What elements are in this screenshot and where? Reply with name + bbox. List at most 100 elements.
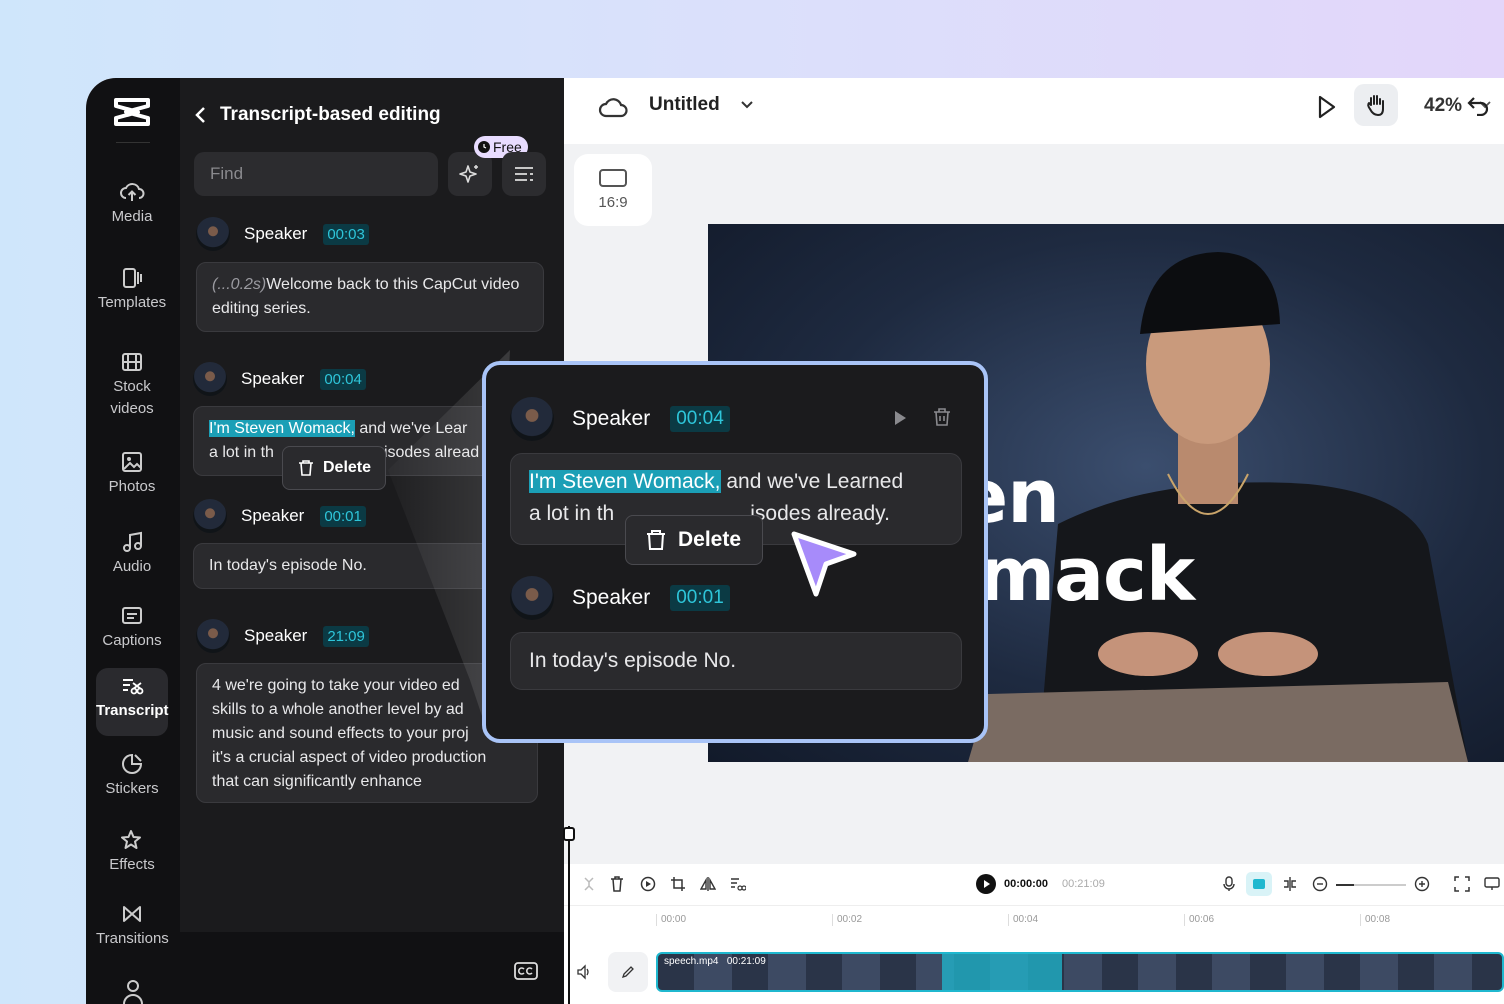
avatar — [196, 619, 230, 653]
timestamp-badge[interactable]: 00:01 — [670, 585, 730, 611]
transcript-icon[interactable] — [730, 876, 746, 892]
clip-duration: 00:21:09 — [726, 956, 766, 967]
play-icon — [984, 880, 990, 888]
nav-item-audio[interactable]: Audio — [96, 524, 168, 584]
nav-item-transcript[interactable]: Transcript — [96, 668, 169, 736]
closed-captions-icon[interactable] — [514, 962, 538, 980]
more-plugins-icon[interactable] — [120, 978, 146, 1004]
hand-tool-button[interactable] — [1354, 84, 1398, 126]
capcut-logo — [114, 98, 150, 126]
nav-item-captions[interactable]: Captions — [96, 598, 168, 658]
nav-label: Stock — [113, 378, 151, 395]
panel-title: Transcript-based editing — [220, 104, 441, 125]
speaker-row: Speaker 00:04 — [193, 362, 366, 396]
ruler-label: 00:04 — [1008, 914, 1038, 926]
nav-divider — [116, 142, 150, 143]
delete-button[interactable]: Delete — [282, 446, 386, 490]
timestamp-badge[interactable]: 00:03 — [323, 223, 369, 245]
nav-label: Stickers — [105, 780, 159, 797]
zoom-slider-fill — [1336, 884, 1354, 886]
nav-label: Captions — [102, 632, 162, 649]
speaker-row: Speaker 00:03 — [196, 217, 369, 251]
zoom-level[interactable]: 42% — [1424, 95, 1462, 117]
ruler-label: 00:02 — [832, 914, 862, 926]
nav-item-media[interactable]: Media — [96, 174, 168, 234]
speaker-name: Speaker — [572, 586, 651, 609]
filter-list-button[interactable] — [502, 152, 546, 196]
segment-text: 4 we're going to take your video ed — [212, 677, 460, 694]
transcript-segment[interactable]: (...0.2s)Welcome back to this CapCut vid… — [196, 262, 544, 332]
trash-icon[interactable] — [610, 876, 624, 892]
project-title[interactable]: Untitled — [649, 94, 720, 116]
nav-label: Media — [111, 208, 153, 225]
transcript-segment[interactable]: In today's episode No. — [510, 632, 962, 690]
timestamp-badge[interactable]: 21:09 — [323, 625, 369, 647]
nav-item-templates[interactable]: Templates — [96, 260, 168, 320]
zoom-out-icon[interactable] — [1312, 876, 1328, 892]
flip-icon[interactable] — [700, 876, 716, 892]
avatar — [196, 217, 230, 251]
trash-icon — [299, 460, 313, 476]
timestamp-badge[interactable]: 00:01 — [320, 505, 366, 527]
play-button[interactable] — [976, 874, 996, 894]
undo-icon[interactable] — [1466, 94, 1490, 116]
chevron-down-icon[interactable] — [740, 100, 754, 110]
nav-label: Templates — [97, 294, 167, 311]
snap-icon[interactable] — [1282, 876, 1298, 892]
pause-marker[interactable]: (...0.2s) — [212, 276, 266, 293]
split-icon[interactable] — [582, 876, 596, 892]
cloud-upload-icon — [120, 183, 145, 201]
zoom-in-icon[interactable] — [1414, 876, 1430, 892]
cloud-sync-icon[interactable] — [598, 94, 628, 120]
segment-text: it's a crucial aspect of video productio… — [212, 749, 487, 766]
select-pointer-icon[interactable] — [1316, 94, 1338, 120]
play-icon[interactable] — [892, 409, 908, 427]
clip-selection[interactable] — [942, 954, 1062, 990]
templates-icon — [123, 268, 142, 288]
ai-toggle-button[interactable] — [1246, 872, 1272, 896]
back-chevron-icon[interactable] — [194, 106, 208, 124]
zoom-slider[interactable] — [1336, 884, 1406, 886]
timestamp-badge[interactable]: 00:04 — [320, 368, 366, 390]
photo-icon — [122, 452, 142, 472]
timestamp-badge[interactable]: 00:04 — [670, 406, 730, 432]
transition-icon — [123, 906, 141, 922]
nav-item-effects[interactable]: Effects — [96, 822, 168, 882]
music-note-icon — [123, 531, 142, 552]
pencil-icon — [621, 966, 634, 979]
delete-button[interactable]: Delete — [625, 515, 763, 565]
ruler-label: 00:06 — [1184, 914, 1214, 926]
speaker-name: Speaker — [572, 407, 651, 430]
playhead[interactable] — [568, 826, 570, 1004]
panel-footer — [180, 932, 564, 1004]
edit-cover-button[interactable] — [608, 952, 648, 992]
aspect-ratio-label: 16:9 — [598, 194, 628, 211]
aspect-ratio-button[interactable]: 16:9 — [574, 154, 652, 226]
ai-sparkle-button[interactable] — [448, 152, 492, 196]
ai-icon — [1253, 879, 1265, 889]
nav-label: Transcript — [96, 702, 169, 719]
speaker-name: Speaker — [244, 224, 308, 243]
playhead-handle[interactable] — [563, 827, 575, 841]
crop-icon[interactable] — [670, 876, 686, 892]
microphone-icon[interactable] — [1222, 876, 1236, 892]
nav-item-transitions[interactable]: Transitions — [96, 896, 169, 956]
nav-item-stock-videos[interactable]: Stock videos — [96, 344, 168, 426]
find-input[interactable] — [194, 152, 438, 196]
nav-item-stickers[interactable]: Stickers — [96, 746, 168, 806]
monitor-icon[interactable] — [1484, 876, 1500, 892]
video-clip[interactable]: speech.mp4 00:21:09 — [656, 952, 1504, 992]
volume-icon[interactable] — [576, 964, 592, 980]
speed-icon[interactable] — [640, 876, 656, 892]
selected-text[interactable]: I'm Steven Womack, — [209, 420, 355, 437]
segment-text: In today's episode No. — [209, 557, 367, 574]
clip-label: speech.mp4 00:21:09 — [664, 956, 766, 967]
selected-text[interactable]: I'm Steven Womack, — [529, 470, 721, 493]
speaker-name: Speaker — [244, 626, 308, 645]
segment-text: isodes already. — [750, 502, 890, 525]
current-time: 00:00:00 — [1004, 878, 1049, 890]
trash-icon[interactable] — [932, 407, 952, 427]
avatar — [510, 576, 554, 620]
nav-item-photos[interactable]: Photos — [96, 444, 168, 504]
fullscreen-icon[interactable] — [1454, 876, 1470, 892]
